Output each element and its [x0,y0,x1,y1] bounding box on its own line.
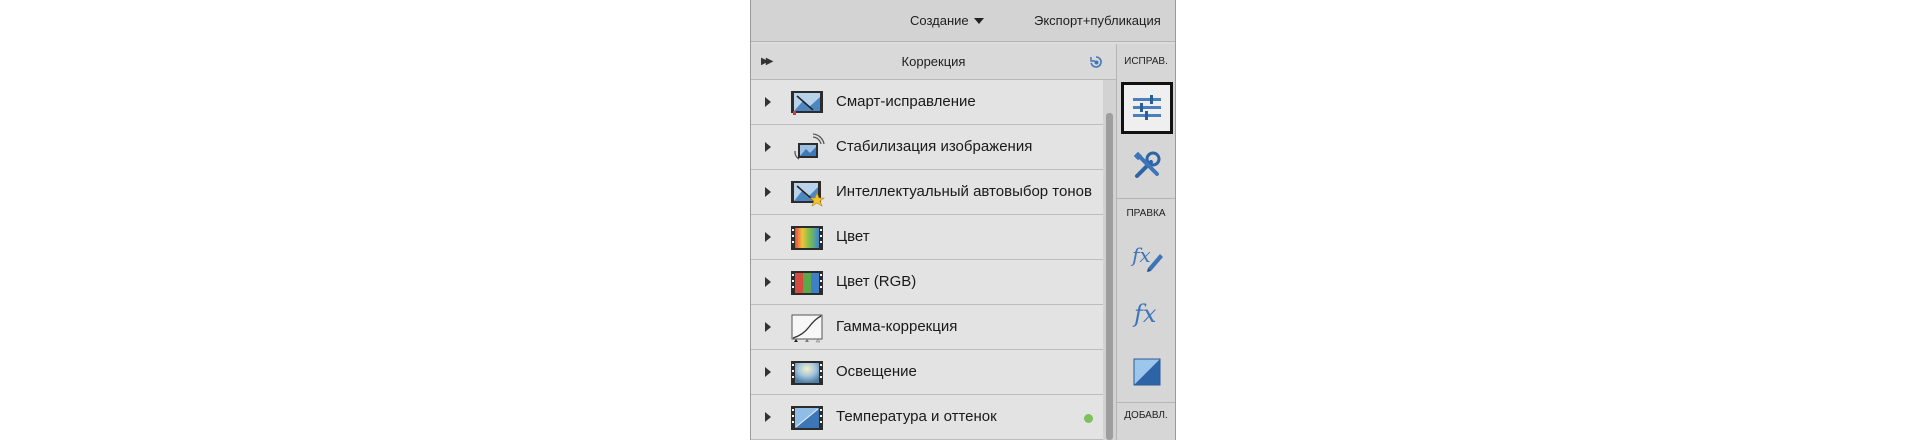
expand-arrow-icon[interactable] [765,232,771,242]
active-indicator [1084,414,1093,423]
smart-fix-icon [791,91,823,115]
adjustments-list: Смарт-исправление Стабилизация изображен… [751,80,1103,440]
reset-panel-icon[interactable] [1088,54,1104,70]
expand-arrow-icon[interactable] [765,142,771,152]
expand-arrow-icon[interactable] [765,187,771,197]
fix-section-label: ИСПРАВ. [1124,56,1168,67]
item-label: Цвет (RGB) [836,273,917,290]
top-menu-bar: Создание Экспорт+публикация [751,0,1175,42]
edit-section-label: ПРАВКА [1126,208,1166,219]
item-label: Интеллектуальный автовыбор тонов [836,183,1092,200]
sidebar-divider [1117,402,1175,403]
panel-title: Коррекция [901,54,966,69]
item-label: Гамма-коррекция [836,318,958,335]
fx-icon: fx [1132,300,1157,328]
item-label: Стабилизация изображения [836,138,1033,155]
expand-arrow-icon[interactable] [765,97,771,107]
tools-button[interactable] [1121,140,1173,192]
list-item[interactable]: Гамма-коррекция [751,305,1103,350]
adjustments-sliders-icon [1133,95,1161,120]
item-label: Цвет [836,228,870,245]
panel-header: ▶▶ Коррекция [751,44,1116,80]
adjustments-button[interactable] [1121,82,1173,134]
smart-tone-icon [791,181,825,207]
effects-edit-button[interactable]: fx [1121,230,1173,282]
fx-edit-icon: fx [1130,243,1163,272]
list-item[interactable]: Температура и оттенок [751,395,1103,440]
item-label: Смарт-исправление [836,93,976,110]
list-item[interactable]: Освещение [751,350,1103,395]
gamma-curve-icon [791,314,823,343]
expand-arrow-icon[interactable] [765,277,771,287]
svg-text:fx: fx [1132,300,1157,328]
create-menu[interactable]: Создание [910,13,984,28]
chevron-down-icon [973,17,984,24]
list-item[interactable]: Смарт-исправление [751,80,1103,125]
image-stabilization-icon [794,133,825,160]
scrollbar-thumb[interactable] [1106,113,1113,440]
expand-arrow-icon[interactable] [765,367,771,377]
color-rgb-icon [791,271,823,295]
list-item[interactable]: Цвет (RGB) [751,260,1103,305]
gradient-button[interactable] [1121,346,1173,398]
create-menu-label: Создание [910,13,969,28]
expand-arrow-icon[interactable] [765,322,771,332]
svg-text:fx: fx [1130,243,1151,267]
item-label: Освещение [836,363,917,380]
mode-sidebar: ИСПРАВ. ПРАВКА fx fx ДОБАВЛ. [1116,44,1175,440]
sidebar-divider [1117,198,1175,199]
add-section-label: ДОБАВЛ. [1124,410,1168,421]
export-publish-menu[interactable]: Экспорт+публикация [1034,13,1161,28]
expand-arrow-icon[interactable] [765,412,771,422]
color-icon [791,226,823,250]
gradient-square-icon [1133,358,1161,386]
item-label: Температура и оттенок [836,408,997,425]
list-item[interactable]: Цвет [751,215,1103,260]
effects-button[interactable]: fx [1121,288,1173,340]
lighting-icon [791,361,823,385]
app-window: Создание Экспорт+публикация ▶▶ Коррекция… [750,0,1176,440]
list-item[interactable]: Интеллектуальный автовыбор тонов [751,170,1103,215]
list-item[interactable]: Стабилизация изображения [751,125,1103,170]
temperature-tint-icon [791,406,823,430]
tools-icon [1133,151,1161,178]
